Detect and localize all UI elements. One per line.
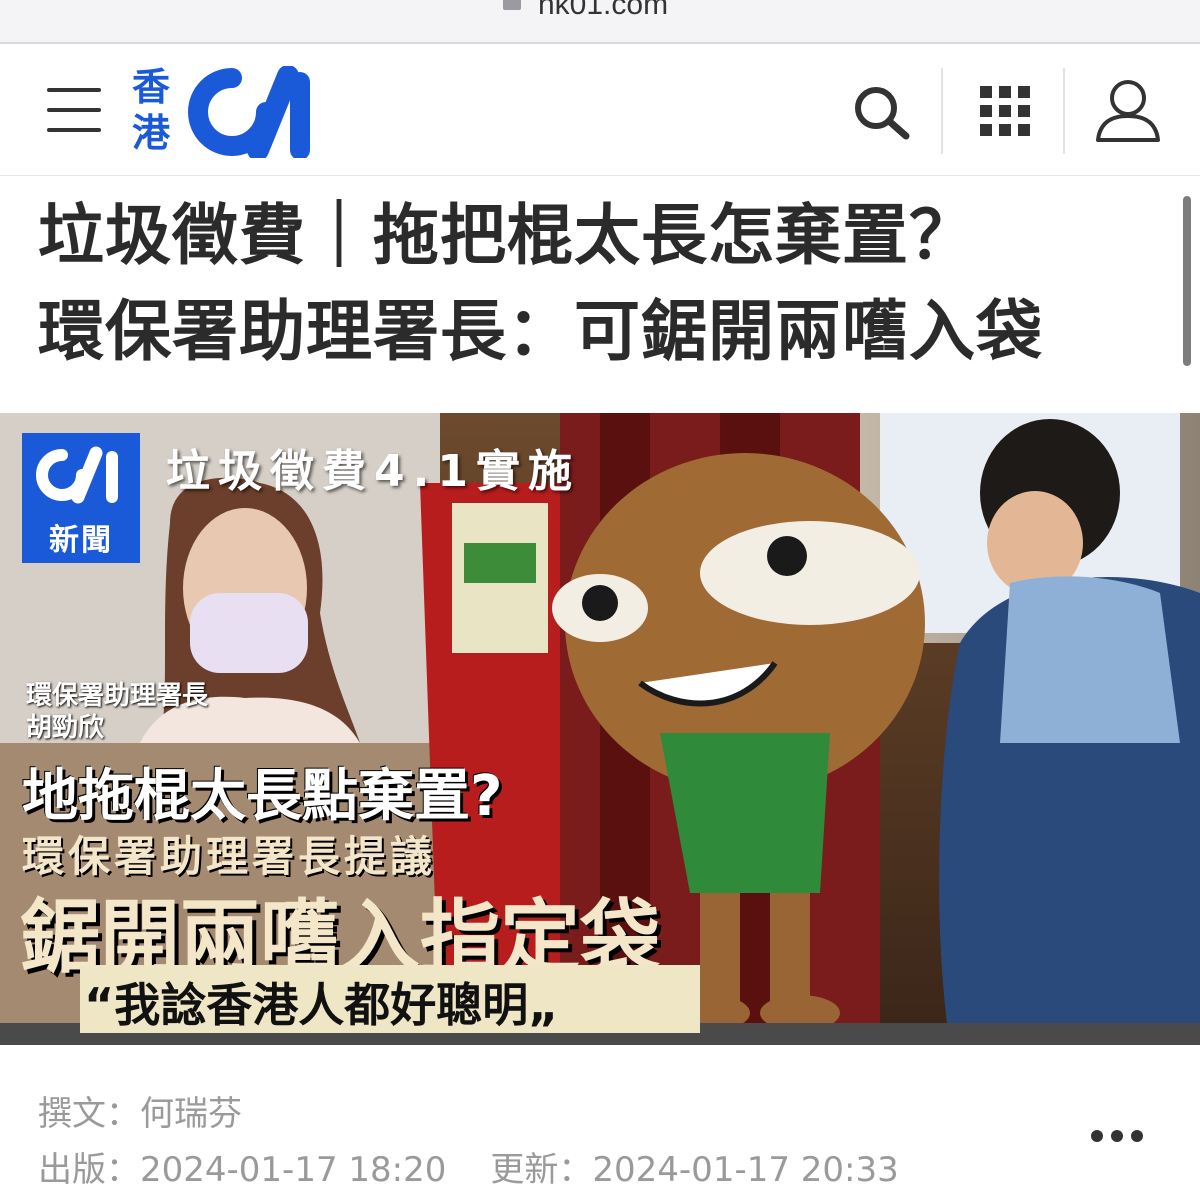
updated-date: 更新：2024-01-17 20:33 [490,1150,899,1190]
hero-quote: “我諗香港人都好聰明„ [84,978,559,1032]
headline-line-1: 垃圾徵費｜拖把棍太長怎棄置？ [38,197,976,274]
hk01-news-badge: 新聞 [22,433,140,563]
logo-cjk-text: 香港 [132,65,171,155]
menu-icon[interactable] [47,88,101,134]
apps-button[interactable] [966,74,1046,150]
article-author: 撰文：何瑞芬 [38,1094,242,1134]
hero-line-1: 地拖棍太長點棄置? [22,764,503,829]
browser-url-bar[interactable]: hk01.com [0,0,1200,44]
apps-grid-icon [980,86,1030,136]
article-dates: 出版：2024-01-17 18:20 更新：2024-01-17 20:33 [38,1142,1038,1191]
logo-01-mark [36,446,118,504]
account-button[interactable] [1088,74,1168,150]
url-text: hk01.com [538,0,669,21]
site-logo[interactable]: 香港 [132,64,312,160]
user-icon [1096,80,1160,142]
hero-person-name: 胡勁欣 [26,713,105,743]
lock-icon [503,0,521,10]
article-headline: 垃圾徵費｜拖把棍太長怎棄置？ 環保署助理署長：可鋸開兩嚿入袋 [38,188,1168,380]
logo-01-mark [188,66,310,158]
more-options-icon[interactable] [1088,1124,1148,1148]
scrollbar[interactable] [1183,196,1191,366]
published-date: 出版：2024-01-17 18:20 [38,1150,447,1190]
headline-line-2: 環保署助理署長：可鋸開兩嚿入袋 [38,293,1043,370]
search-button[interactable] [842,74,922,150]
news-badge-label: 新聞 [49,523,113,558]
header-divider [941,68,943,154]
hero-topic: 垃圾徵費4.1實施 [166,446,580,497]
site-header: 香港 [0,46,1200,176]
header-divider [1063,68,1065,154]
hero-image[interactable]: 新聞 垃圾徵費4.1實施 環保署助理署長 胡勁欣 地拖棍太長點棄置? 環保署助理… [0,413,1200,1045]
search-icon [855,87,910,140]
